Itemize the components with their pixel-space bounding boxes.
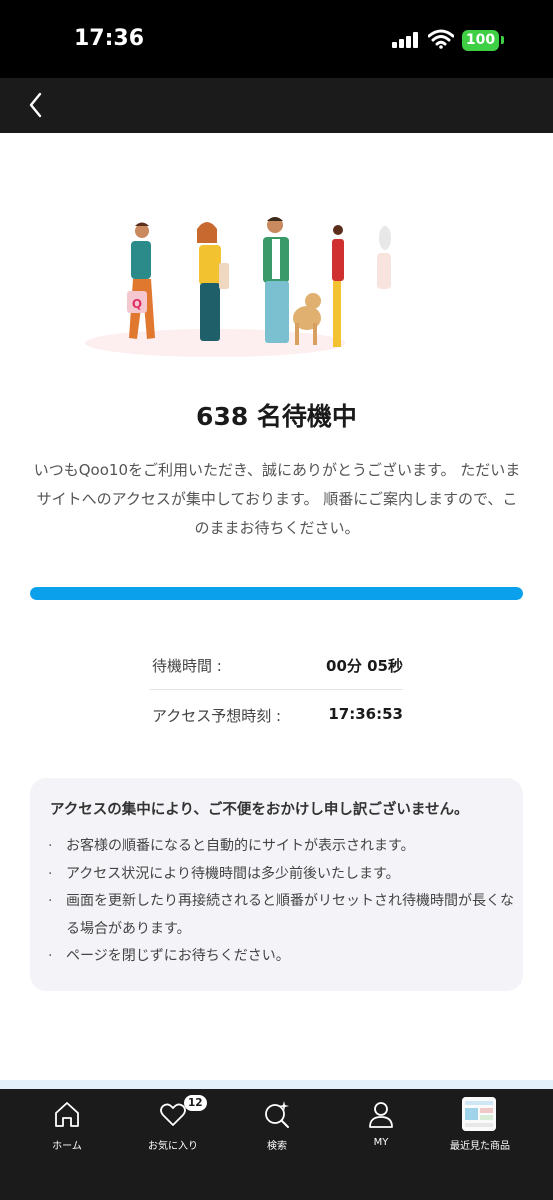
recent-item-thumbnail [462,1097,496,1131]
queue-count: 638 名待機中 [196,402,357,431]
tab-recent-items[interactable]: 最近見た商品 [425,1089,535,1159]
signal-icon [392,32,420,48]
wait-info-table: 待機時間 : 00分 05秒 アクセス予想時刻 : 17:36:53 [150,640,403,740]
home-icon [55,1102,79,1127]
back-button[interactable] [18,86,56,124]
tab-my[interactable]: MY [326,1089,436,1159]
battery-tip [501,36,504,44]
bottom-tab-bar: ホーム 12 お気に入り 検索 MY 最近見た商品 [0,1089,553,1200]
tab-recent-items-label: 最近見た商品 [450,1141,510,1152]
wifi-icon [428,29,454,49]
queue-illustration: Q [85,217,391,357]
progress-bar [30,587,523,600]
tab-home[interactable]: ホーム [12,1089,122,1159]
tab-my-label: MY [373,1137,389,1148]
eta-value: 17:36:53 [328,705,403,723]
tab-favorites[interactable]: 12 お気に入り [118,1089,228,1159]
wait-time-value: 00分 05秒 [326,657,403,675]
notice-title: アクセスの集中により、ご不便をおかけし申し訳ございません。 [50,802,469,818]
favorites-badge: 12 [184,1095,207,1111]
tab-search-label: 検索 [267,1141,287,1152]
divider-strip [0,1080,553,1089]
nav-header [0,78,553,133]
wait-time-row: 待機時間 : 00分 05秒 [150,640,403,690]
status-bar: 17:36 100 [0,0,553,78]
notice-item: アクセス状況により待機時間は多少前後いたします。 [46,861,516,889]
tab-home-label: ホーム [52,1141,82,1152]
eta-label: アクセス予想時刻 : [152,707,282,725]
tab-search[interactable]: 検索 [222,1089,332,1159]
battery-icon: 100 [462,30,499,51]
notice-item: お客様の順番になると自動的にサイトが表示されます。 [46,833,516,861]
notice-item: ページを閉じずにお待ちください。 [46,943,516,971]
search-icon [265,1101,289,1128]
tab-favorites-label: お気に入り [148,1141,198,1152]
progress-fill [30,587,523,600]
svg-text:Q: Q [132,297,142,311]
user-icon [369,1102,393,1128]
status-time: 17:36 [74,26,145,51]
eta-row: アクセス予想時刻 : 17:36:53 [150,690,403,740]
notice-item: 画面を更新したり再接続されると順番がリセットされ待機時間が長くなる場合があります… [46,888,516,943]
waiting-room-content: Q 638 名待機中 いつもQoo10をご利用いただき、誠にありがとうございます… [0,133,553,1080]
notice-box: アクセスの集中により、ご不便をおかけし申し訳ございません。 お客様の順番になると… [30,778,523,991]
waiting-message: いつもQoo10をご利用いただき、誠にありがとうございます。 ただいまサイトへの… [33,461,521,537]
wait-time-label: 待機時間 : [152,657,222,675]
notice-list: お客様の順番になると自動的にサイトが表示されます。 アクセス状況により待機時間は… [46,833,516,971]
